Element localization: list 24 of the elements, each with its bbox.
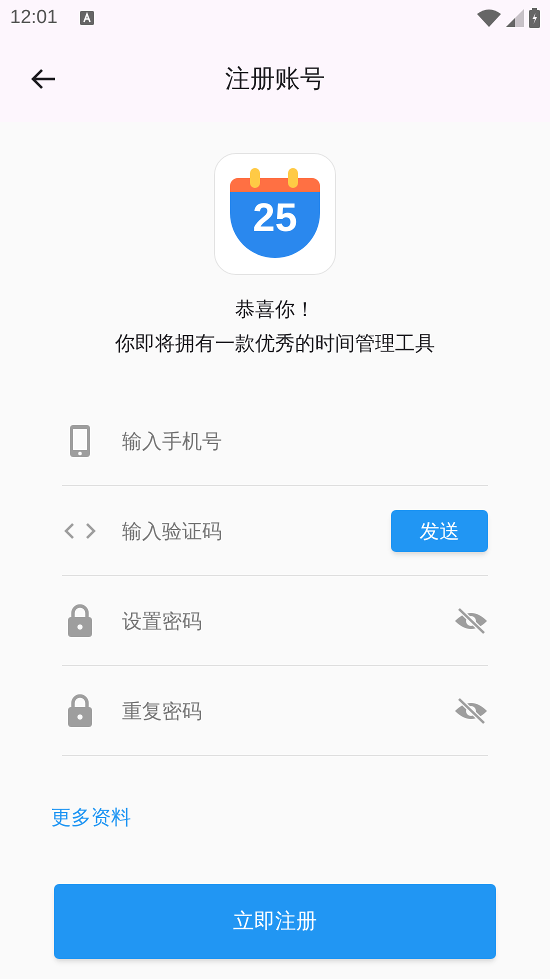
phone-field[interactable]: 输入手机号 [122,420,488,460]
eye-slash-icon[interactable] [454,606,488,634]
back-icon [30,68,56,90]
keyboard-notification-icon [80,11,94,25]
password-field[interactable]: 重复密码 [122,690,454,730]
phone-icon [69,424,91,458]
calendar-day: 25 [230,198,320,238]
wifi-icon [477,9,501,27]
password-field[interactable]: 设置密码 [122,600,454,640]
more-info-link[interactable]: 更多资料 [51,802,131,832]
lock-icon [67,694,93,728]
signal-icon [506,9,524,27]
send-code-button[interactable]: 发送 [391,510,488,552]
code-field[interactable]: 输入验证码 [122,510,391,550]
page-title: 注册账号 [225,63,325,96]
register-button[interactable]: 立即注册 [54,884,496,959]
greeting-subtitle: 你即将拥有一款优秀的时间管理工具 [115,330,435,357]
lock-icon [67,604,93,638]
battery-icon [529,8,540,28]
greeting-title: 恭喜你！ [235,296,315,323]
code-icon [64,522,96,540]
eye-slash-icon[interactable] [454,696,488,724]
calendar-icon [230,168,320,260]
status-time: 12:01 [10,6,58,30]
